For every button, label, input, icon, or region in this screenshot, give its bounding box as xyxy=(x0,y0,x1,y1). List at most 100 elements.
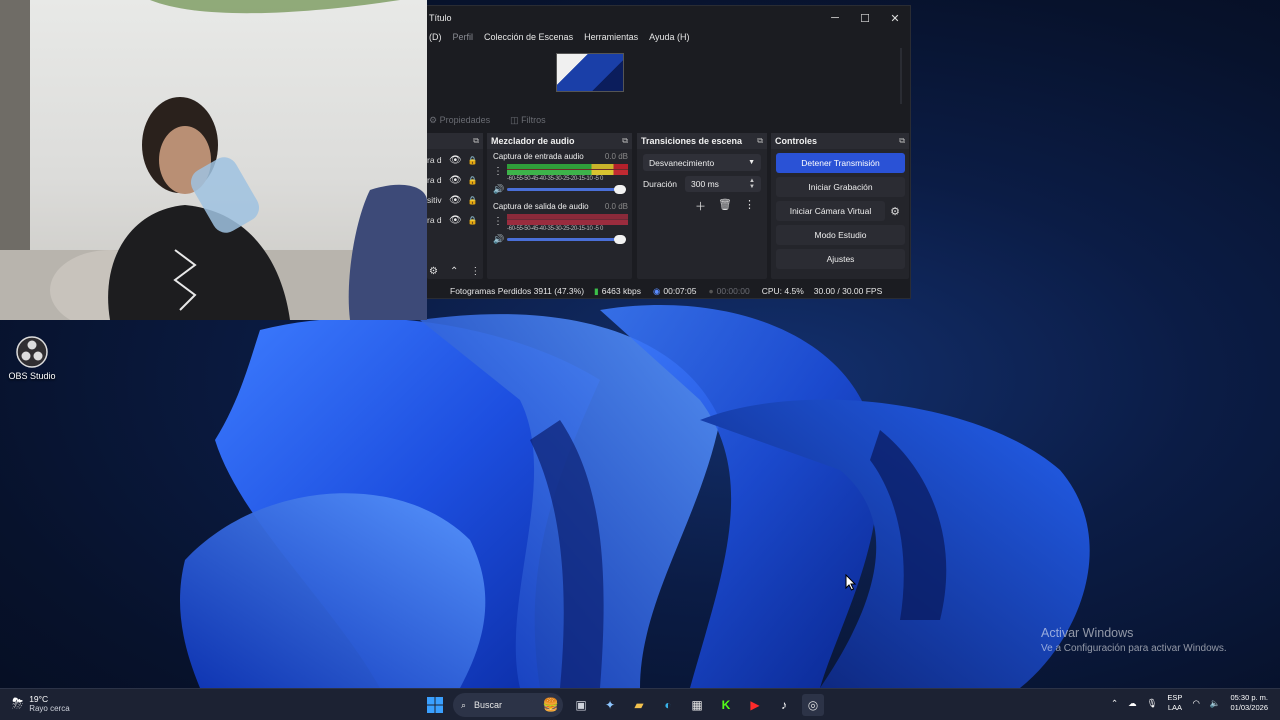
menu-item-help[interactable]: Ayuda (H) xyxy=(649,32,689,42)
source-item[interactable]: ra d 👁 🔒 xyxy=(427,210,483,230)
kebab-icon[interactable]: ⋮ xyxy=(493,216,503,227)
clock[interactable]: 05:30 p. m. 01/03/2026 xyxy=(1230,693,1268,713)
wifi-icon[interactable]: ◠ xyxy=(1192,698,1199,709)
controls-dock: Controles ⧉ Detener Transmisión Iniciar … xyxy=(771,133,909,279)
kebab-icon[interactable]: ⋮ xyxy=(493,166,503,177)
lock-icon[interactable]: 🔒 xyxy=(468,196,478,205)
stop-stream-button[interactable]: Detener Transmisión xyxy=(776,153,905,173)
add-icon[interactable]: ＋ xyxy=(695,198,706,214)
eye-icon[interactable]: 👁 xyxy=(449,215,462,226)
desktop-icon-obs[interactable]: OBS Studio xyxy=(8,336,56,381)
lock-icon[interactable]: 🔒 xyxy=(468,176,478,185)
stream-icon: ◉ xyxy=(652,285,661,296)
lang-bottom: LAA xyxy=(1167,703,1183,712)
preview-scrollbar[interactable] xyxy=(900,48,902,104)
eye-icon[interactable]: 👁 xyxy=(449,175,462,186)
menu-item-view[interactable]: (D) xyxy=(429,32,442,42)
weather-widget[interactable]: ⛈ 19°C Rayo cerca xyxy=(12,694,70,713)
activate-subtitle: Ve a Configuración para activar Windows. xyxy=(1041,643,1227,654)
tiktok-icon[interactable]: ♪ xyxy=(773,694,795,716)
taskbar-apps: ⌕ Buscar 🍔 ▣ ✦ ▰ ◐ ▦ K ▶ ♪ ◎ xyxy=(424,693,824,717)
microphone-icon[interactable]: 🎙 xyxy=(1147,698,1158,709)
clock-date: 01/03/2026 xyxy=(1230,703,1268,712)
menu-item-profile[interactable]: Perfil xyxy=(453,32,474,42)
chevron-up-icon[interactable]: ⌃ xyxy=(1111,698,1118,709)
gear-icon[interactable]: ⚙ xyxy=(885,205,905,218)
kebab-icon[interactable]: ⋮ xyxy=(470,266,480,277)
youtube-icon[interactable]: ▶ xyxy=(744,694,766,716)
audio-mixer-header: Mezclador de audio ⧉ xyxy=(487,133,632,149)
kebab-icon[interactable]: ⋮ xyxy=(744,198,755,214)
eye-icon[interactable]: 👁 xyxy=(449,195,462,206)
source-item[interactable]: ra d 👁 🔒 xyxy=(427,150,483,170)
storm-icon: ⛈ xyxy=(12,695,24,711)
trash-icon[interactable]: 🗑 xyxy=(718,198,732,214)
virtual-camera-button[interactable]: Iniciar Cámara Virtual xyxy=(776,201,885,221)
transition-select[interactable]: Desvanecimiento ▼ xyxy=(643,154,761,171)
audio-mixer-dock: Mezclador de audio ⧉ Captura de entrada … xyxy=(487,133,632,279)
source-item[interactable]: sitiv 👁 🔒 xyxy=(427,190,483,210)
dock-float-icon[interactable]: ⧉ xyxy=(899,136,905,146)
chevron-down-icon: ▼ xyxy=(748,159,755,166)
maximize-button[interactable]: ☐ xyxy=(850,12,880,25)
activate-title: Activar Windows xyxy=(1041,626,1134,640)
start-recording-button[interactable]: Iniciar Grabación xyxy=(776,177,905,197)
store-icon[interactable]: ▦ xyxy=(686,694,708,716)
obs-taskbar-icon[interactable]: ◎ xyxy=(802,694,824,716)
desktop-icon-label: OBS Studio xyxy=(8,371,56,381)
settings-button[interactable]: Ajustes xyxy=(776,249,905,269)
network-icon[interactable]: ☁ xyxy=(1128,698,1137,709)
eye-icon[interactable]: 👁 xyxy=(449,155,462,166)
sources-dock-header: ⧉ xyxy=(427,133,483,149)
preview-area[interactable] xyxy=(427,48,910,104)
meter-bar-top xyxy=(507,214,628,219)
slider-knob[interactable] xyxy=(614,235,626,244)
record-icon: ● xyxy=(708,286,714,296)
chevron-up-icon[interactable]: ⌃ xyxy=(450,266,458,277)
record-time: 00:00:00 xyxy=(716,286,750,296)
scene-transitions-header: Transiciones de escena ⧉ xyxy=(637,133,767,149)
window-title: Título xyxy=(429,13,452,23)
dropped-frames: Fotogramas Perdidos 3911 (47.3%) xyxy=(450,286,585,296)
dock-float-icon[interactable]: ⧉ xyxy=(473,136,479,146)
taskbar-search[interactable]: ⌕ Buscar 🍔 xyxy=(453,693,563,717)
status-bar: Fotogramas Perdidos 3911 (47.3%) ▮ 6463 … xyxy=(427,283,910,299)
dock-float-icon[interactable]: ⧉ xyxy=(622,136,628,146)
filters-button[interactable]: ◫ Filtros xyxy=(510,115,546,126)
menu-item-scene-collection[interactable]: Colección de Escenas xyxy=(484,32,573,42)
duration-row: Duración 300 ms ▲ ▼ xyxy=(643,176,761,192)
lock-icon[interactable]: 🔒 xyxy=(468,156,478,165)
menu-item-tools[interactable]: Herramientas xyxy=(584,32,638,42)
start-icon[interactable] xyxy=(424,694,446,716)
task-view-icon[interactable]: ▣ xyxy=(570,694,592,716)
speaker-icon[interactable]: 🔊 xyxy=(493,184,507,195)
close-button[interactable]: ✕ xyxy=(880,12,910,25)
volume-slider[interactable] xyxy=(507,185,626,194)
copilot-icon[interactable]: ✦ xyxy=(599,694,621,716)
duration-label: Duración xyxy=(643,179,678,189)
meter-ticks: -60-55-50-45-40-35-30-25-20-15-10 -5 0 xyxy=(507,176,603,182)
volume-slider[interactable] xyxy=(507,235,626,244)
edge-icon[interactable]: ◐ xyxy=(657,694,679,716)
language-indicator[interactable]: ESP LAA xyxy=(1167,693,1182,713)
properties-button[interactable]: ⚙ Propiedades xyxy=(429,115,490,126)
dock-float-icon[interactable]: ⧉ xyxy=(757,136,763,146)
scene-transitions-title: Transiciones de escena xyxy=(641,136,743,146)
lock-icon[interactable]: 🔒 xyxy=(468,216,478,225)
kick-icon[interactable]: K xyxy=(715,694,737,716)
minimize-button[interactable]: ─ xyxy=(820,12,850,25)
source-name: sitiv xyxy=(427,195,442,205)
source-item[interactable]: ra d 👁 🔒 xyxy=(427,170,483,190)
speaker-icon[interactable]: 🔊 xyxy=(493,234,507,245)
file-explorer-icon[interactable]: ▰ xyxy=(628,694,650,716)
slider-knob[interactable] xyxy=(614,185,626,194)
volume-icon[interactable]: 🔈 xyxy=(1210,698,1221,709)
source-name: ra d xyxy=(427,175,442,185)
duration-input[interactable]: 300 ms ▲ ▼ xyxy=(685,176,761,192)
channel-db: 0.0 dB xyxy=(604,152,628,161)
gear-icon[interactable]: ⚙ xyxy=(429,266,438,277)
studio-mode-button[interactable]: Modo Estudio xyxy=(776,225,905,245)
spinner-icon[interactable]: ▲ ▼ xyxy=(749,178,755,190)
menu-bar: (D) Perfil Colección de Escenas Herramie… xyxy=(427,30,910,44)
mixer-channel: Captura de entrada audio 0.0 dB ⋮ -60-55… xyxy=(487,149,632,195)
